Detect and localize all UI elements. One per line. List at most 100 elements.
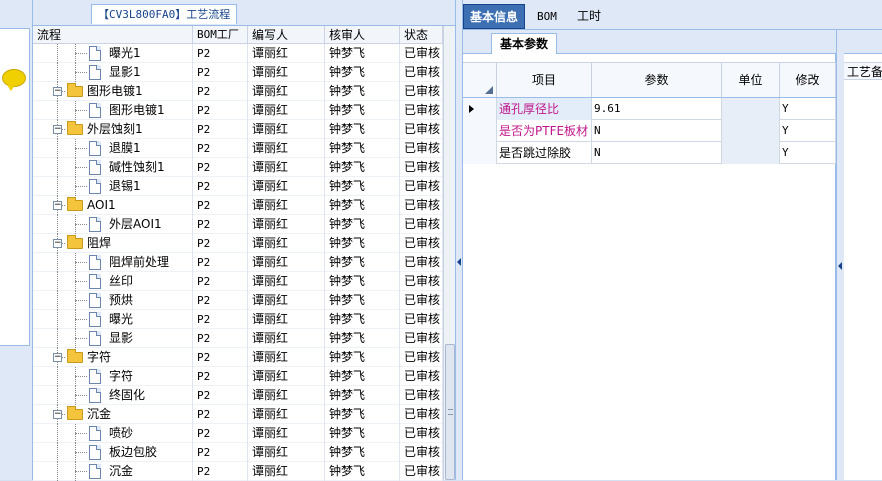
flow-table-row[interactable]: 碱性蚀刻1 P2 谭丽红 钟梦飞 已审核 [33,158,443,177]
flow-node-cell[interactable]: − 外层蚀刻1 [33,120,193,139]
panel-splitter[interactable] [455,0,463,480]
flow-table-row[interactable]: 外层AOI1 P2 谭丽红 钟梦飞 已审核 [33,215,443,234]
flow-node-cell[interactable]: − 沉金 [33,405,193,424]
flow-node-cell[interactable]: 板边包胶 [33,443,193,462]
column-header-item[interactable]: 项目 [497,63,592,97]
flow-node-cell[interactable]: 喷砂 [33,424,193,443]
flow-node-cell[interactable]: 预烘 [33,291,193,310]
collapse-toggle-icon[interactable]: − [53,410,62,419]
param-item-cell[interactable]: 是否跳过除胶 [497,142,592,164]
tab-bom[interactable]: BOM [531,4,563,29]
param-modify-cell[interactable]: Y [780,120,836,142]
flow-node-cell[interactable]: 碱性蚀刻1 [33,158,193,177]
flow-node-cell[interactable]: 退膜1 [33,139,193,158]
column-header-bom-factory[interactable]: BOM工厂 [193,26,248,44]
collapse-right-arrow-icon[interactable] [838,262,842,270]
collapse-toggle-icon[interactable]: − [53,87,62,96]
right-panel-splitter[interactable] [836,30,844,480]
flow-table-row[interactable]: 显影 P2 谭丽红 钟梦飞 已审核 [33,329,443,348]
flow-table-row[interactable]: 喷砂 P2 谭丽红 钟梦飞 已审核 [33,424,443,443]
chat-bubble-icon[interactable] [2,69,26,91]
left-collapsed-panel [0,0,33,480]
param-grid-row[interactable]: 通孔厚径比 9.61 Y [463,98,836,120]
column-header-modify[interactable]: 修改 [780,63,836,97]
flow-node-cell[interactable]: − 图形电镀1 [33,82,193,101]
flow-node-cell[interactable]: − 阻焊 [33,234,193,253]
flow-node-cell[interactable]: 沉金 [33,462,193,481]
process-remarks-header[interactable]: 工艺备注 [844,62,882,80]
param-value-cell[interactable]: 9.61 [592,98,722,120]
param-unit-cell[interactable] [722,120,780,142]
flow-table-row[interactable]: 预烘 P2 谭丽红 钟梦飞 已审核 [33,291,443,310]
flow-table-row[interactable]: − 阻焊 P2 谭丽红 钟梦飞 已审核 [33,234,443,253]
param-value-cell[interactable]: N [592,142,722,164]
param-unit-cell[interactable] [722,142,780,164]
collapse-toggle-icon[interactable]: − [53,201,62,210]
flow-node-cell[interactable]: − AOI1 [33,196,193,215]
tab-basic-params[interactable]: 基本参数 [491,33,558,54]
flow-table-row[interactable]: 终固化 P2 谭丽红 钟梦飞 已审核 [33,386,443,405]
flow-table-row[interactable]: − 外层蚀刻1 P2 谭丽红 钟梦飞 已审核 [33,120,443,139]
row-selector[interactable] [463,120,497,142]
flow-table-row[interactable]: 退膜1 P2 谭丽红 钟梦飞 已审核 [33,139,443,158]
column-header-param[interactable]: 参数 [592,63,722,97]
row-selector[interactable] [463,142,497,164]
flow-table-row[interactable]: − 图形电镀1 P2 谭丽红 钟梦飞 已审核 [33,82,443,101]
flow-table-row[interactable]: 曝光1 P2 谭丽红 钟梦飞 已审核 [33,44,443,63]
flow-node-cell[interactable]: 曝光 [33,310,193,329]
flow-table-row[interactable]: 阻焊前处理 P2 谭丽红 钟梦飞 已审核 [33,253,443,272]
flow-node-cell[interactable]: 字符 [33,367,193,386]
collapse-toggle-icon[interactable]: − [53,125,62,134]
flow-node-cell[interactable]: 显影1 [33,63,193,82]
flow-node-cell[interactable]: 曝光1 [33,44,193,63]
collapse-toggle-icon[interactable]: − [53,239,62,248]
flow-node-cell[interactable]: 阻焊前处理 [33,253,193,272]
row-selector[interactable] [463,98,497,120]
column-header-unit[interactable]: 单位 [722,63,780,97]
param-modify-cell[interactable]: Y [780,98,836,120]
flow-table-row[interactable]: 显影1 P2 谭丽红 钟梦飞 已审核 [33,63,443,82]
param-value-cell[interactable]: N [592,120,722,142]
flow-table-row[interactable]: 曝光 P2 谭丽红 钟梦飞 已审核 [33,310,443,329]
tab-basic-info[interactable]: 基本信息 [463,4,526,29]
column-header-status[interactable]: 状态 [400,26,443,44]
flow-table-row[interactable]: 图形电镀1 P2 谭丽红 钟梦飞 已审核 [33,101,443,120]
reviewer-cell: 钟梦飞 [325,424,400,443]
flow-table-row[interactable]: 字符 P2 谭丽红 钟梦飞 已审核 [33,367,443,386]
flow-node-cell[interactable]: 退锡1 [33,177,193,196]
tab-labor-hours[interactable]: 工时 [571,4,607,29]
flow-node-cell[interactable]: 图形电镀1 [33,101,193,120]
flow-node-cell[interactable]: 终固化 [33,386,193,405]
param-grid-row[interactable]: 是否跳过除胶 N Y [463,142,836,164]
param-unit-cell[interactable] [722,98,780,120]
flow-node-cell[interactable]: 丝印 [33,272,193,291]
param-item-cell[interactable]: 通孔厚径比 [497,98,592,120]
flow-node-cell[interactable]: 显影 [33,329,193,348]
column-header-writer[interactable]: 编写人 [248,26,325,44]
flow-vertical-scrollbar[interactable] [443,26,455,480]
flow-node-cell[interactable]: 外层AOI1 [33,215,193,234]
left-panel-body [0,28,30,346]
flow-table-row[interactable]: 板边包胶 P2 谭丽红 钟梦飞 已审核 [33,443,443,462]
tab-process-flow[interactable]: 【CV3L800FA0】工艺流程 [91,4,238,24]
flow-table-row[interactable]: − AOI1 P2 谭丽红 钟梦飞 已审核 [33,196,443,215]
column-header-flow[interactable]: 流程 [33,26,193,44]
param-grid-row[interactable]: 是否为PTFE板材 N Y [463,120,836,142]
flow-table-row[interactable]: 沉金 P2 谭丽红 钟梦飞 已审核 [33,462,443,481]
collapse-left-arrow-icon[interactable] [457,258,461,266]
document-icon [89,388,101,403]
row-selector-header[interactable] [463,63,497,97]
scrollbar-thumb[interactable] [445,344,455,480]
param-item-cell[interactable]: 是否为PTFE板材 [497,120,592,142]
collapse-toggle-icon[interactable]: − [53,353,62,362]
column-header-reviewer[interactable]: 核审人 [325,26,400,44]
flow-table-row[interactable]: 退锡1 P2 谭丽红 钟梦飞 已审核 [33,177,443,196]
flow-table-row[interactable]: − 字符 P2 谭丽红 钟梦飞 已审核 [33,348,443,367]
flow-table-row[interactable]: − 沉金 P2 谭丽红 钟梦飞 已审核 [33,405,443,424]
status-cell: 已审核 [400,329,443,348]
document-icon [89,445,101,460]
param-modify-cell[interactable]: Y [780,142,836,164]
flow-node-cell[interactable]: − 字符 [33,348,193,367]
document-icon [89,160,101,175]
flow-table-row[interactable]: 丝印 P2 谭丽红 钟梦飞 已审核 [33,272,443,291]
